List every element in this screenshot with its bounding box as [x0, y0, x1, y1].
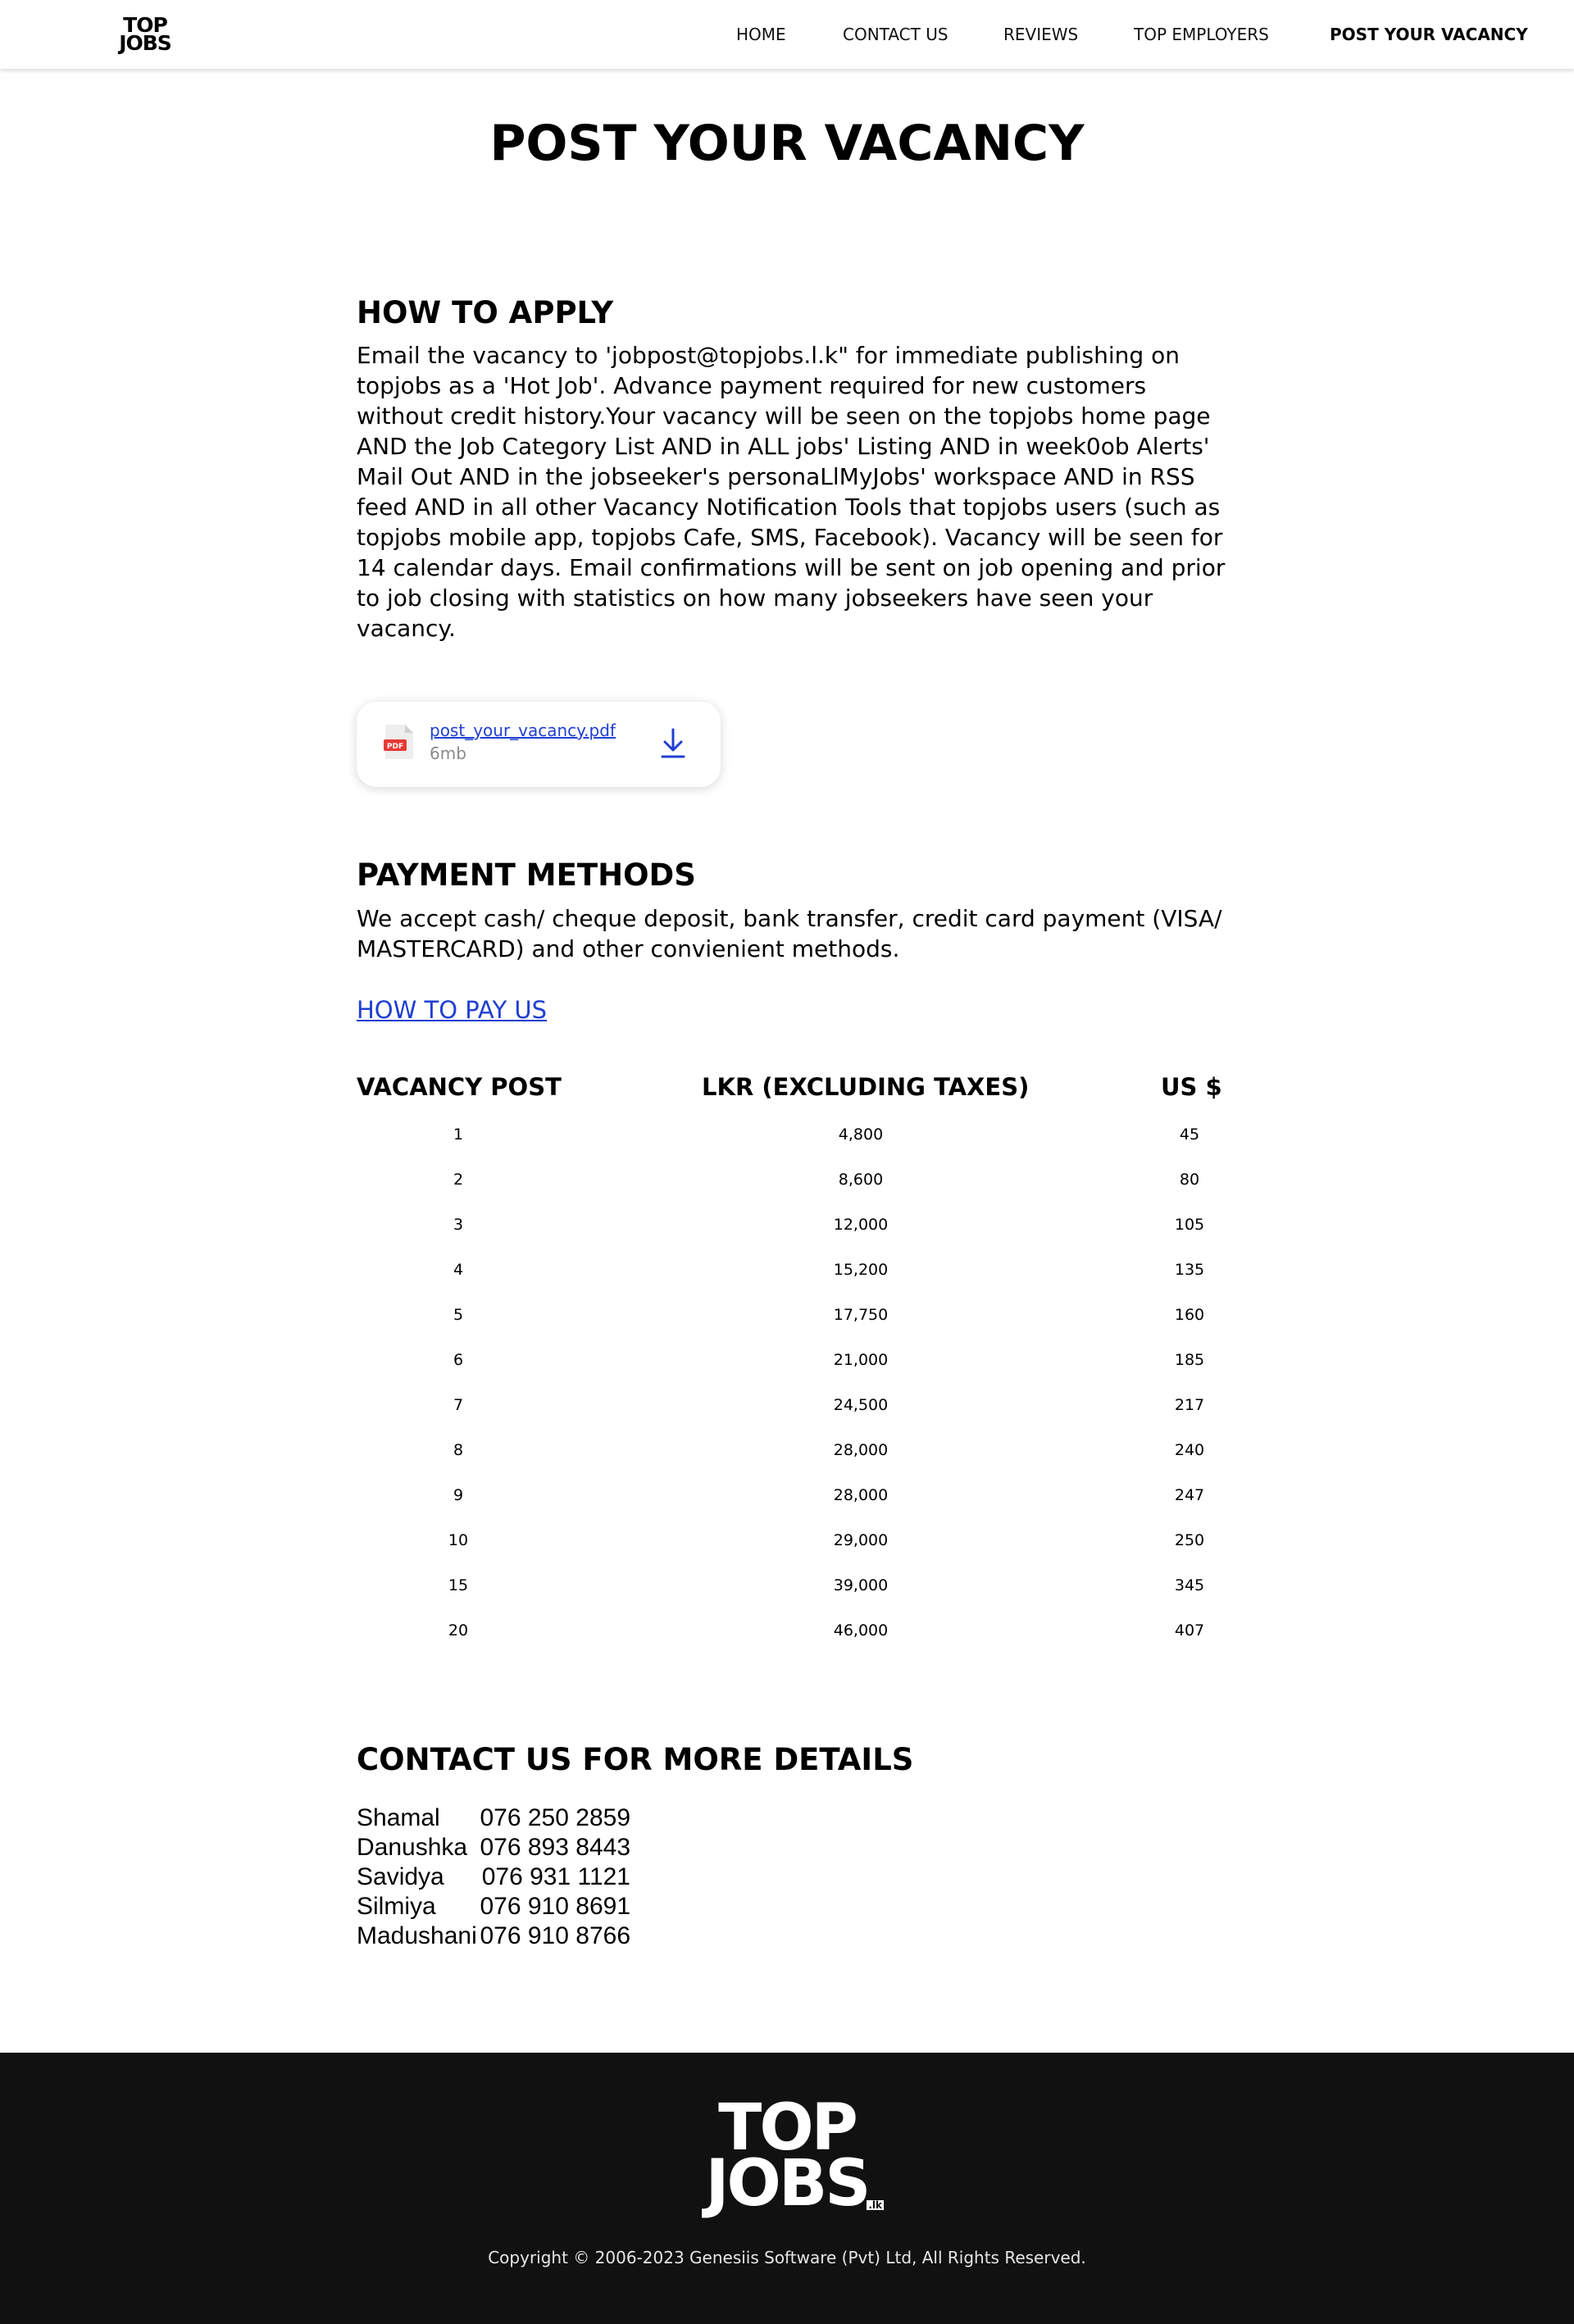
- cell-vacancy-post: 4: [453, 1261, 464, 1279]
- cell-vacancy-post: 2: [453, 1171, 464, 1189]
- cell-lkr-price: 24,500: [833, 1396, 889, 1414]
- cell-lkr-price: 28,000: [833, 1486, 889, 1504]
- cell-lkr-price: 17,750: [833, 1306, 889, 1324]
- contact-heading: CONTACT US FOR MORE DETAILS: [357, 1742, 914, 1777]
- footer-logo-line-jobs: JOBS: [705, 2147, 871, 2221]
- cell-usd-price: 247: [1174, 1486, 1205, 1504]
- site-header: TOP JOBS HOME CONTACT US REVIEWS TOP EMP…: [0, 0, 1574, 69]
- nav-reviews[interactable]: REVIEWS: [1003, 23, 1078, 46]
- contact-name: Madushani: [357, 1922, 477, 1949]
- cell-lkr-price: 8,600: [838, 1171, 884, 1189]
- cell-vacancy-post: 10: [448, 1531, 469, 1549]
- contact-name: Shamal: [357, 1804, 440, 1831]
- contact-phone: 076 910 8766: [480, 1922, 630, 1949]
- main-nav: HOME CONTACT US REVIEWS TOP EMPLOYERS PO…: [0, 23, 1574, 46]
- cell-vacancy-post: 6: [453, 1351, 464, 1369]
- cell-vacancy-post: 3: [453, 1216, 464, 1234]
- cell-vacancy-post: 9: [453, 1486, 464, 1504]
- cell-vacancy-post: 7: [453, 1396, 464, 1414]
- cell-lkr-price: 39,000: [833, 1576, 889, 1594]
- cell-lkr-price: 21,000: [833, 1351, 889, 1369]
- col-header-lkr: LKR (EXCLUDING TAXES): [702, 1073, 1030, 1101]
- cell-usd-price: 407: [1174, 1621, 1205, 1640]
- payment-methods-heading: PAYMENT METHODS: [357, 857, 696, 893]
- pdf-file-link[interactable]: post_your_vacancy.pdf: [430, 720, 616, 741]
- col-header-vacancy-post: VACANCY POST: [357, 1073, 562, 1101]
- col-header-usd: US $: [1161, 1073, 1222, 1101]
- footer-logo-suffix: .lk: [867, 2199, 884, 2211]
- cell-usd-price: 217: [1174, 1396, 1205, 1414]
- cell-lkr-price: 4,800: [838, 1126, 884, 1144]
- nav-home[interactable]: HOME: [736, 23, 786, 46]
- footer-topjobs-logo: TOP JOBS .lk: [680, 2096, 894, 2221]
- cell-lkr-price: 15,200: [833, 1261, 889, 1279]
- contact-name: Savidya: [357, 1863, 444, 1890]
- how-to-pay-link[interactable]: HOW TO PAY US: [357, 994, 547, 1026]
- cell-lkr-price: 28,000: [833, 1441, 889, 1459]
- cell-usd-price: 240: [1174, 1441, 1205, 1459]
- cell-usd-price: 345: [1174, 1576, 1205, 1594]
- nav-contact-us[interactable]: CONTACT US: [843, 23, 948, 46]
- cell-usd-price: 250: [1174, 1531, 1205, 1549]
- cell-vacancy-post: 20: [448, 1621, 469, 1640]
- contact-phone: 076 931 1121: [481, 1863, 630, 1890]
- contact-name: Danushka: [357, 1834, 468, 1861]
- cell-vacancy-post: 8: [453, 1441, 464, 1459]
- cell-vacancy-post: 5: [453, 1306, 464, 1324]
- contact-name: Silmiya: [357, 1893, 436, 1920]
- how-to-apply-heading: HOW TO APPLY: [357, 295, 614, 330]
- cell-usd-price: 80: [1179, 1171, 1200, 1189]
- nav-top-employers[interactable]: TOP EMPLOYERS: [1134, 23, 1269, 46]
- cell-usd-price: 160: [1174, 1306, 1205, 1324]
- page-title: POST YOUR VACANCY: [489, 115, 1085, 172]
- pdf-file-card[interactable]: PDF post_your_vacancy.pdf 6mb: [357, 702, 721, 787]
- contact-phone: 076 910 8691: [480, 1893, 630, 1920]
- site-footer: TOP JOBS .lk Copyright © 2006-2023 Genes…: [0, 2053, 1574, 2324]
- cell-vacancy-post: 15: [448, 1576, 469, 1594]
- cell-lkr-price: 46,000: [833, 1621, 889, 1640]
- cell-usd-price: 45: [1179, 1126, 1200, 1144]
- cell-vacancy-post: 1: [453, 1126, 464, 1144]
- copyright-text: Copyright © 2006-2023 Genesiis Software …: [488, 2248, 1086, 2267]
- download-icon[interactable]: [661, 726, 685, 759]
- pdf-file-size: 6mb: [430, 744, 466, 763]
- payment-methods-text: We accept cash/ cheque deposit, bank tra…: [357, 905, 1222, 962]
- nav-post-your-vacancy[interactable]: POST YOUR VACANCY: [1330, 23, 1528, 46]
- cell-lkr-price: 12,000: [833, 1216, 889, 1234]
- pdf-file-icon: PDF: [384, 725, 413, 759]
- cell-usd-price: 135: [1174, 1261, 1205, 1279]
- contact-phone: 076 893 8443: [480, 1834, 630, 1861]
- cell-lkr-price: 29,000: [833, 1531, 889, 1549]
- contact-phone: 076 250 2859: [480, 1804, 630, 1831]
- cell-usd-price: 185: [1174, 1351, 1205, 1369]
- how-to-apply-text: Email the vacancy to 'jobpost@topjobs.l.…: [357, 342, 1226, 642]
- cell-usd-price: 105: [1174, 1216, 1205, 1234]
- pdf-badge-label: PDF: [387, 743, 403, 751]
